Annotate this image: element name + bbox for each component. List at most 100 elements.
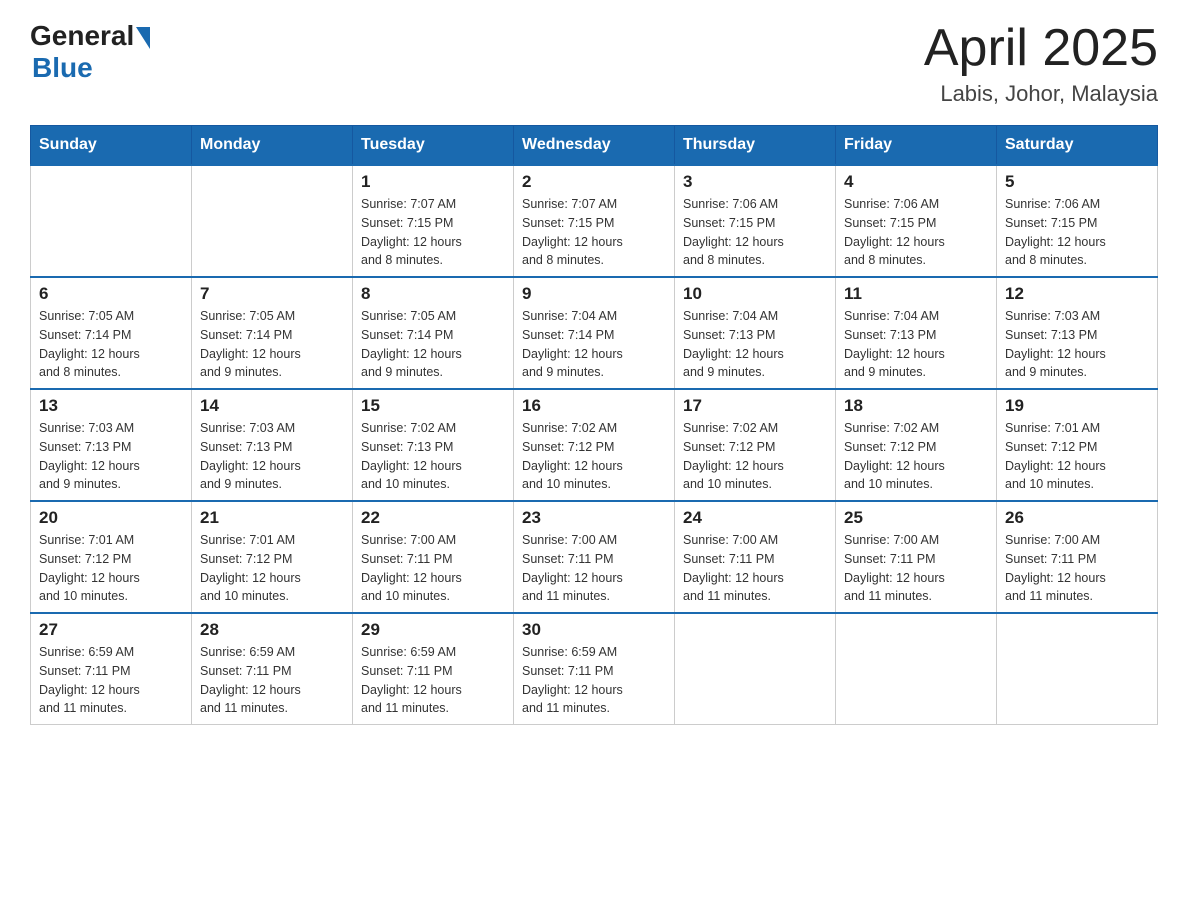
calendar-cell [997, 613, 1158, 725]
calendar-cell: 22 Sunrise: 7:00 AMSunset: 7:11 PMDayligh… [353, 501, 514, 613]
day-number: 5 [1005, 172, 1149, 192]
title-section: April 2025 Labis, Johor, Malaysia [924, 20, 1158, 107]
day-number: 21 [200, 508, 344, 528]
calendar-cell: 20 Sunrise: 7:01 AMSunset: 7:12 PMDayligh… [31, 501, 192, 613]
calendar-cell: 8 Sunrise: 7:05 AMSunset: 7:14 PMDaylight… [353, 277, 514, 389]
day-number: 10 [683, 284, 827, 304]
day-number: 15 [361, 396, 505, 416]
header-monday: Monday [192, 126, 353, 166]
day-info: Sunrise: 6:59 AMSunset: 7:11 PMDaylight:… [522, 643, 666, 718]
calendar-cell: 29 Sunrise: 6:59 AMSunset: 7:11 PMDayligh… [353, 613, 514, 725]
header-sunday: Sunday [31, 126, 192, 166]
day-info: Sunrise: 7:06 AMSunset: 7:15 PMDaylight:… [844, 195, 988, 270]
logo-triangle-icon [136, 27, 150, 49]
day-number: 22 [361, 508, 505, 528]
day-info: Sunrise: 7:03 AMSunset: 7:13 PMDaylight:… [200, 419, 344, 494]
day-info: Sunrise: 7:07 AMSunset: 7:15 PMDaylight:… [361, 195, 505, 270]
calendar-cell: 10 Sunrise: 7:04 AMSunset: 7:13 PMDayligh… [675, 277, 836, 389]
day-info: Sunrise: 7:06 AMSunset: 7:15 PMDaylight:… [683, 195, 827, 270]
header-friday: Friday [836, 126, 997, 166]
day-number: 17 [683, 396, 827, 416]
calendar-cell: 9Sunrise: 7:04 AMSunset: 7:14 PMDaylight… [514, 277, 675, 389]
day-number: 25 [844, 508, 988, 528]
week-row-1: 1 Sunrise: 7:07 AMSunset: 7:15 PMDaylight… [31, 165, 1158, 277]
calendar-cell [675, 613, 836, 725]
calendar-cell: 24Sunrise: 7:00 AMSunset: 7:11 PMDayligh… [675, 501, 836, 613]
day-info: Sunrise: 7:00 AMSunset: 7:11 PMDaylight:… [361, 531, 505, 606]
logo-blue-text: Blue [32, 52, 93, 84]
calendar-cell: 27 Sunrise: 6:59 AMSunset: 7:11 PMDayligh… [31, 613, 192, 725]
calendar-cell: 23 Sunrise: 7:00 AMSunset: 7:11 PMDayligh… [514, 501, 675, 613]
calendar-cell: 14Sunrise: 7:03 AMSunset: 7:13 PMDayligh… [192, 389, 353, 501]
calendar-cell [31, 165, 192, 277]
day-info: Sunrise: 6:59 AMSunset: 7:11 PMDaylight:… [200, 643, 344, 718]
calendar-cell: 4 Sunrise: 7:06 AMSunset: 7:15 PMDaylight… [836, 165, 997, 277]
day-number: 13 [39, 396, 183, 416]
week-row-4: 20 Sunrise: 7:01 AMSunset: 7:12 PMDayligh… [31, 501, 1158, 613]
calendar-cell: 7Sunrise: 7:05 AMSunset: 7:14 PMDaylight… [192, 277, 353, 389]
day-info: Sunrise: 7:01 AMSunset: 7:12 PMDaylight:… [200, 531, 344, 606]
day-number: 7 [200, 284, 344, 304]
day-info: Sunrise: 7:02 AMSunset: 7:12 PMDaylight:… [844, 419, 988, 494]
day-number: 27 [39, 620, 183, 640]
day-info: Sunrise: 7:05 AMSunset: 7:14 PMDaylight:… [39, 307, 183, 382]
week-row-5: 27 Sunrise: 6:59 AMSunset: 7:11 PMDayligh… [31, 613, 1158, 725]
day-number: 3 [683, 172, 827, 192]
calendar-cell: 26Sunrise: 7:00 AMSunset: 7:11 PMDayligh… [997, 501, 1158, 613]
day-number: 12 [1005, 284, 1149, 304]
day-number: 29 [361, 620, 505, 640]
header-saturday: Saturday [997, 126, 1158, 166]
calendar-cell [836, 613, 997, 725]
day-info: Sunrise: 6:59 AMSunset: 7:11 PMDaylight:… [39, 643, 183, 718]
day-info: Sunrise: 7:04 AMSunset: 7:13 PMDaylight:… [844, 307, 988, 382]
day-info: Sunrise: 7:00 AMSunset: 7:11 PMDaylight:… [683, 531, 827, 606]
day-number: 16 [522, 396, 666, 416]
day-number: 20 [39, 508, 183, 528]
day-number: 8 [361, 284, 505, 304]
day-number: 19 [1005, 396, 1149, 416]
header-wednesday: Wednesday [514, 126, 675, 166]
calendar-cell: 18 Sunrise: 7:02 AMSunset: 7:12 PMDayligh… [836, 389, 997, 501]
day-info: Sunrise: 7:05 AMSunset: 7:14 PMDaylight:… [361, 307, 505, 382]
week-row-3: 13 Sunrise: 7:03 AMSunset: 7:13 PMDayligh… [31, 389, 1158, 501]
day-info: Sunrise: 7:04 AMSunset: 7:13 PMDaylight:… [683, 307, 827, 382]
day-info: Sunrise: 7:01 AMSunset: 7:12 PMDaylight:… [39, 531, 183, 606]
calendar-cell: 2 Sunrise: 7:07 AMSunset: 7:15 PMDaylight… [514, 165, 675, 277]
week-row-2: 6 Sunrise: 7:05 AMSunset: 7:14 PMDaylight… [31, 277, 1158, 389]
day-number: 1 [361, 172, 505, 192]
header-tuesday: Tuesday [353, 126, 514, 166]
day-info: Sunrise: 7:00 AMSunset: 7:11 PMDaylight:… [844, 531, 988, 606]
calendar-cell: 19 Sunrise: 7:01 AMSunset: 7:12 PMDayligh… [997, 389, 1158, 501]
day-number: 23 [522, 508, 666, 528]
day-number: 28 [200, 620, 344, 640]
day-number: 30 [522, 620, 666, 640]
calendar-cell: 13Sunrise: 7:03 AMSunset: 7:13 PMDayligh… [31, 389, 192, 501]
day-number: 18 [844, 396, 988, 416]
day-number: 2 [522, 172, 666, 192]
calendar-cell: 3 Sunrise: 7:06 AMSunset: 7:15 PMDaylight… [675, 165, 836, 277]
day-number: 11 [844, 284, 988, 304]
day-info: Sunrise: 7:07 AMSunset: 7:15 PMDaylight:… [522, 195, 666, 270]
calendar-cell: 21 Sunrise: 7:01 AMSunset: 7:12 PMDayligh… [192, 501, 353, 613]
logo: General Blue [30, 20, 150, 84]
day-number: 26 [1005, 508, 1149, 528]
day-info: Sunrise: 7:00 AMSunset: 7:11 PMDaylight:… [522, 531, 666, 606]
day-number: 6 [39, 284, 183, 304]
day-info: Sunrise: 6:59 AMSunset: 7:11 PMDaylight:… [361, 643, 505, 718]
calendar-cell: 28 Sunrise: 6:59 AMSunset: 7:11 PMDayligh… [192, 613, 353, 725]
day-info: Sunrise: 7:02 AMSunset: 7:12 PMDaylight:… [683, 419, 827, 494]
logo-general-text: General [30, 20, 134, 52]
calendar-cell: 17 Sunrise: 7:02 AMSunset: 7:12 PMDayligh… [675, 389, 836, 501]
calendar-cell: 1 Sunrise: 7:07 AMSunset: 7:15 PMDaylight… [353, 165, 514, 277]
calendar-cell: 15 Sunrise: 7:02 AMSunset: 7:13 PMDayligh… [353, 389, 514, 501]
day-info: Sunrise: 7:01 AMSunset: 7:12 PMDaylight:… [1005, 419, 1149, 494]
day-info: Sunrise: 7:02 AMSunset: 7:12 PMDaylight:… [522, 419, 666, 494]
day-number: 4 [844, 172, 988, 192]
day-info: Sunrise: 7:02 AMSunset: 7:13 PMDaylight:… [361, 419, 505, 494]
day-info: Sunrise: 7:04 AMSunset: 7:14 PMDaylight:… [522, 307, 666, 382]
day-info: Sunrise: 7:03 AMSunset: 7:13 PMDaylight:… [1005, 307, 1149, 382]
page-header: General Blue April 2025 Labis, Johor, Ma… [30, 20, 1158, 107]
calendar-cell: 11 Sunrise: 7:04 AMSunset: 7:13 PMDayligh… [836, 277, 997, 389]
calendar-table: SundayMondayTuesdayWednesdayThursdayFrid… [30, 125, 1158, 725]
calendar-cell [192, 165, 353, 277]
